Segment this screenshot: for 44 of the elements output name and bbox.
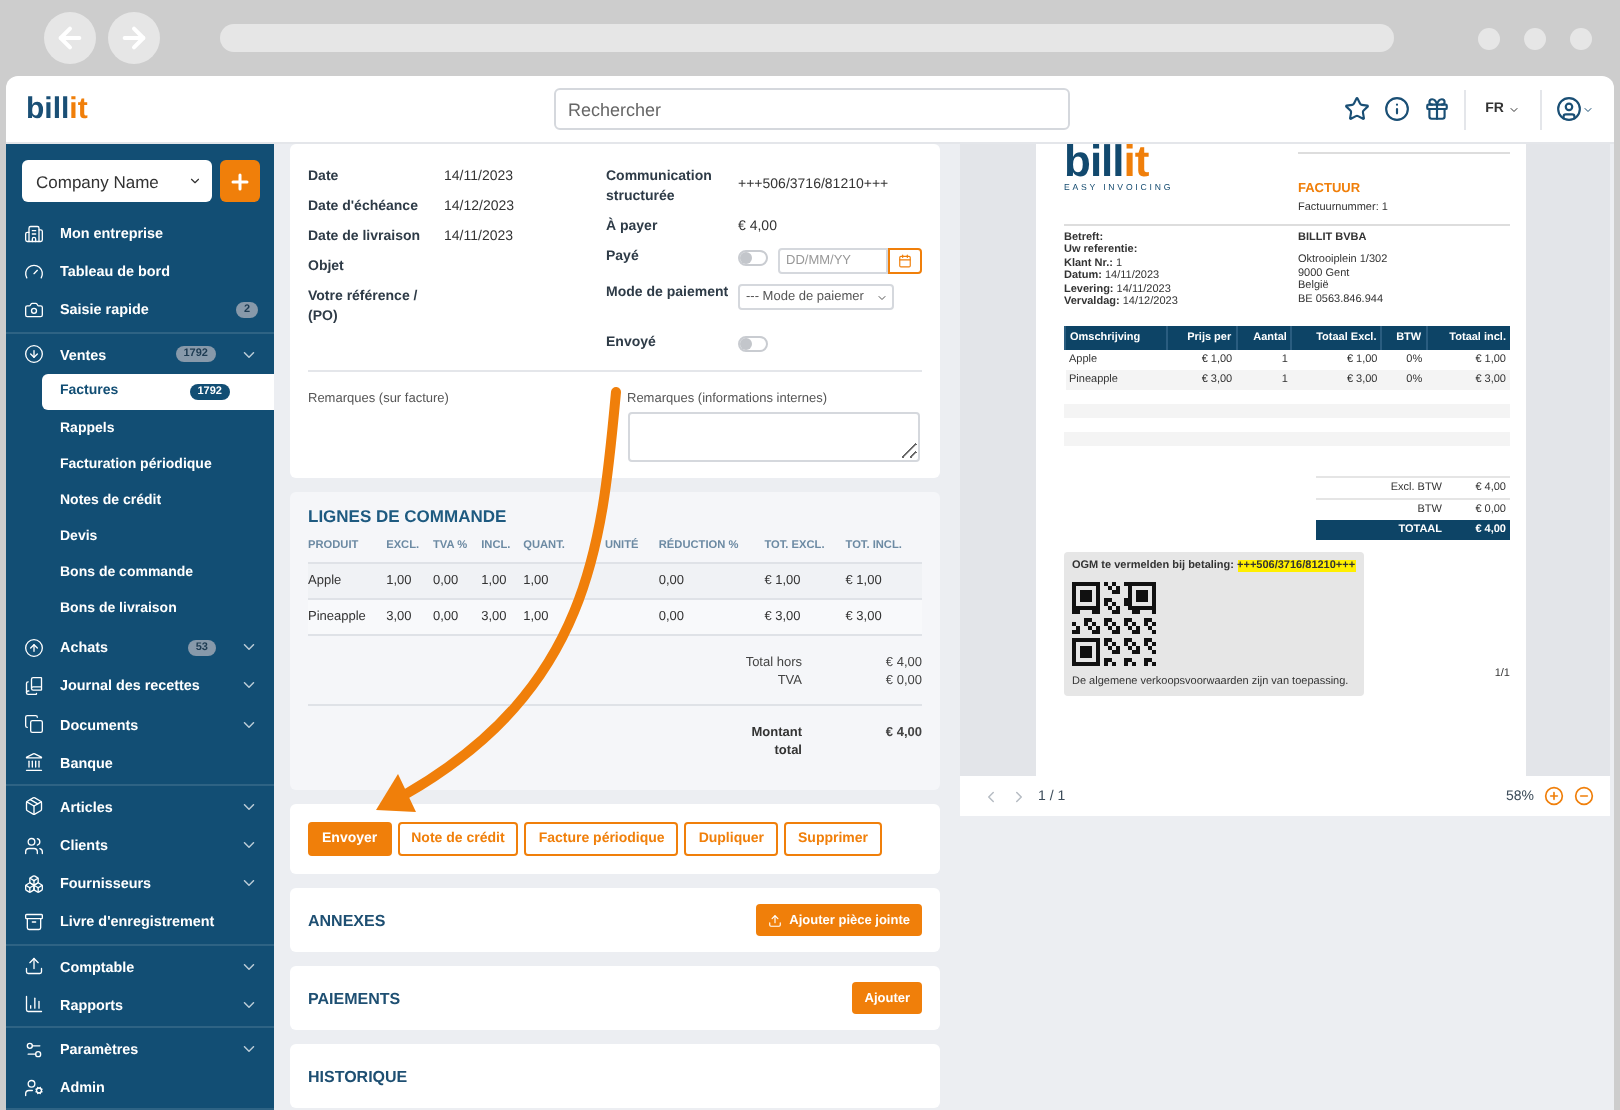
caret-icon [188,174,202,188]
section-title: HISTORIQUE [308,1067,408,1085]
section-title: PAIEMENTS [308,989,401,1007]
boxes-icon [24,873,44,894]
calendar-icon [898,254,912,268]
paid-toggle[interactable] [738,250,768,266]
zoom-out-icon[interactable] [1574,786,1594,806]
section-title: LIGNES DE COMMANDE [308,506,509,526]
zoom-in-icon[interactable] [1544,786,1564,806]
gauge-icon [24,261,44,282]
bar-chart-icon [24,994,44,1015]
qr-code-drawing [1072,581,1156,665]
archive-icon [24,911,44,932]
remarks-field[interactable] [627,412,919,462]
app-logo[interactable]: billit [26,94,554,124]
company-select[interactable]: Company Name [22,160,212,202]
arrow-down-circle-icon [24,344,44,365]
building-icon [24,223,44,244]
upload-icon [24,956,44,977]
user-icon[interactable] [1556,96,1582,122]
document-logo: billit [1064,144,1149,180]
settings-icon [24,1039,44,1060]
camera-icon [24,299,44,320]
arrow-up-circle-icon [24,637,44,658]
gift-icon[interactable] [1423,96,1450,122]
calendar-button[interactable] [888,248,922,274]
caret-icon [1508,103,1520,115]
caret-icon [876,291,888,303]
search-field[interactable]: Rechercher [554,88,1070,130]
bank-icon [24,752,44,773]
upload-icon [767,913,782,927]
plus-icon [228,169,252,193]
user-icon [24,1077,44,1098]
add-button[interactable] [220,160,260,202]
package-icon [24,796,44,817]
info-icon[interactable] [1383,96,1410,122]
copy-icon [24,714,44,735]
forward-arrow-icon [118,22,150,54]
sent-toggle[interactable] [738,336,768,352]
people-icon [24,835,44,856]
books-icon [24,675,44,696]
caret-icon[interactable] [1582,103,1594,115]
section-title: ANNEXES [308,911,386,929]
star-icon[interactable] [1343,96,1370,122]
